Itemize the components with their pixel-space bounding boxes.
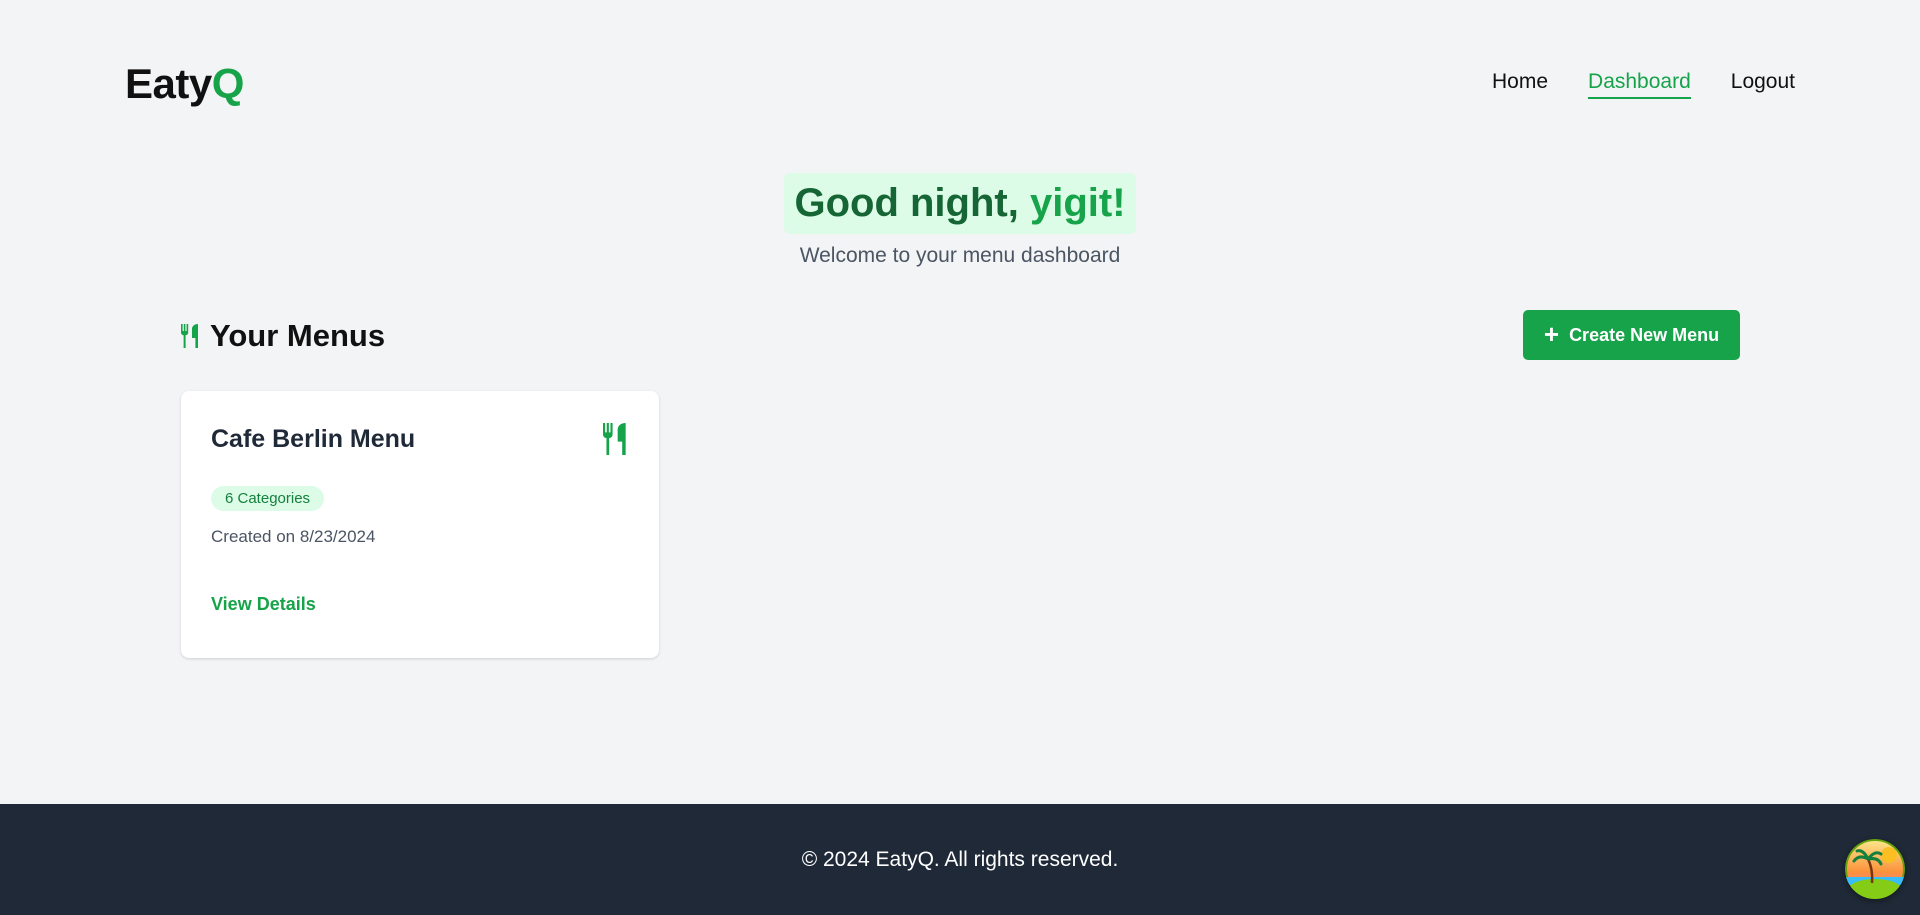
plus-icon: + [1543,318,1560,349]
utensils-icon [181,324,198,348]
categories-badge: 6 Categories [211,486,325,511]
logo-accent: Q [211,60,245,107]
menu-card: Cafe Berlin Menu 6 Categories Created on… [181,391,659,658]
section-title-label: Your Menus [210,318,386,353]
greeting-prefix: Good night, [794,181,1030,225]
logo-text: Eaty [125,60,212,107]
nav-logout-link[interactable]: Logout [1731,70,1795,99]
create-new-menu-button[interactable]: + Create New Menu [1523,310,1740,360]
greeting-username: yigit! [1029,181,1126,225]
palm-beach-icon [1845,839,1905,899]
main-nav: Home Dashboard Logout [1492,70,1795,99]
section-title: Your Menus [180,318,385,354]
greeting-heading: Good night, yigit! [784,173,1136,234]
nav-home-link[interactable]: Home [1492,70,1548,99]
nav-dashboard-link[interactable]: Dashboard [1588,70,1691,99]
menu-card-title: Cafe Berlin Menu [211,425,416,453]
utensils-icon [603,423,626,455]
assistant-avatar-button[interactable] [1845,839,1905,899]
site-footer: © 2024 EatyQ. All rights reserved. [0,804,1920,915]
create-new-menu-label: Create New Menu [1569,324,1720,345]
logo[interactable]: EatyQ [125,60,244,108]
view-details-link[interactable]: View Details [211,594,316,615]
footer-copyright: © 2024 EatyQ. All rights reserved. [801,848,1119,871]
greeting-container: Good night, yigit! [0,173,1920,234]
site-header: EatyQ Home Dashboard Logout [0,0,1920,170]
created-date: Created on 8/23/2024 [211,527,376,546]
greeting-subtitle: Welcome to your menu dashboard [799,244,1121,267]
